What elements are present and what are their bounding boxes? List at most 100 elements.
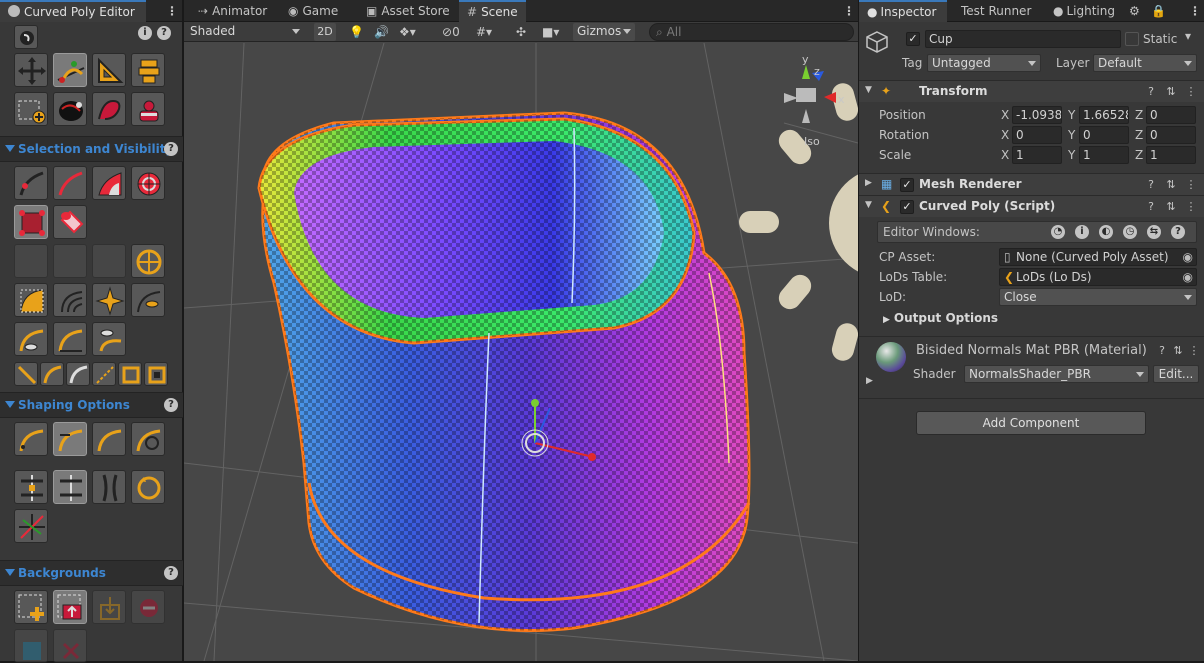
- curved-poly-logo-button[interactable]: [14, 25, 38, 49]
- arc-tool-button[interactable]: [66, 362, 90, 386]
- background-import-button[interactable]: [92, 590, 126, 624]
- position-y-input[interactable]: 1.66528: [1079, 106, 1129, 124]
- section-shaping-header[interactable]: Shaping Options ?: [0, 392, 183, 418]
- shape-curve-1-button[interactable]: [14, 422, 48, 456]
- transform-header[interactable]: ▼ ✦ Transform ? ⇅ ⋮: [859, 80, 1204, 102]
- presets-icon[interactable]: ⇅: [1165, 86, 1177, 98]
- orientation-gizmo[interactable]: [784, 65, 836, 123]
- shape-axes-button[interactable]: [14, 509, 48, 543]
- background-add-button[interactable]: [14, 590, 48, 624]
- clock-icon[interactable]: ◷: [1123, 225, 1137, 239]
- presets-icon[interactable]: ⇅: [1165, 201, 1177, 213]
- rotation-z-input[interactable]: 0: [1146, 126, 1196, 144]
- help-icon[interactable]: ?: [164, 142, 178, 156]
- tab-lighting[interactable]: ● Lighting: [1045, 0, 1123, 22]
- info-icon[interactable]: i: [1075, 225, 1089, 239]
- mesh-renderer-header[interactable]: ▶ ▦ ✓ Mesh Renderer ? ⇅ ⋮: [859, 173, 1204, 195]
- directional-light-gizmo[interactable]: [739, 81, 858, 363]
- eye-arc-2-button[interactable]: [53, 322, 87, 356]
- 2d-toggle-button[interactable]: 2D: [314, 23, 336, 41]
- tag-dropdown[interactable]: Untagged: [927, 54, 1041, 72]
- dashed-tool-button[interactable]: [92, 362, 116, 386]
- help-icon[interactable]: ?: [164, 566, 178, 580]
- wire-curve-button[interactable]: [53, 283, 87, 317]
- square-2-tool-button[interactable]: [144, 362, 168, 386]
- curved-poly-editor-icon[interactable]: ◔: [1051, 225, 1065, 239]
- tab-inspector[interactable]: ● Inspector: [859, 0, 947, 22]
- gameobject-cube-icon[interactable]: [865, 30, 889, 54]
- tab-asset-store[interactable]: ▣ Asset Store: [358, 0, 458, 22]
- audio-toggle-icon[interactable]: 🔊: [374, 22, 389, 42]
- shape-curve-2-button[interactable]: [53, 422, 87, 456]
- panel-menu-icon[interactable]: ⋮: [166, 3, 178, 19]
- star-handles-button[interactable]: [92, 283, 126, 317]
- triangle-ruler-tool-button[interactable]: [92, 53, 126, 87]
- help-icon[interactable]: ?: [164, 398, 178, 412]
- lock-icon[interactable]: 🔒: [1151, 0, 1166, 22]
- tube-select-button[interactable]: [53, 205, 87, 239]
- curved-poly-enabled-checkbox[interactable]: ✓: [900, 200, 914, 214]
- hidden-objects-icon[interactable]: ⊘0: [442, 22, 460, 42]
- inspector-menu-icon[interactable]: ⋮: [1189, 3, 1201, 19]
- eye-curve-button[interactable]: [131, 283, 165, 317]
- box-select-button[interactable]: [14, 205, 48, 239]
- object-name-input[interactable]: Cup: [925, 30, 1121, 48]
- help-icon[interactable]: ?: [157, 26, 171, 40]
- help-icon[interactable]: ?: [1145, 86, 1157, 98]
- swap-icon[interactable]: ⇆: [1147, 225, 1161, 239]
- halfmoon-icon[interactable]: ◐: [1099, 225, 1113, 239]
- eye-arc-button[interactable]: [14, 322, 48, 356]
- section-selection-header[interactable]: Selection and Visibility ?: [0, 136, 183, 162]
- shape-curve-3-button[interactable]: [92, 422, 126, 456]
- shape-rotate-button[interactable]: [131, 470, 165, 504]
- lighting-toggle-icon[interactable]: 💡: [349, 22, 364, 42]
- static-checkbox[interactable]: [1125, 32, 1139, 46]
- static-dropdown-icon[interactable]: ▾: [1185, 29, 1191, 43]
- component-menu-icon[interactable]: ⋮: [1185, 201, 1197, 213]
- disabled-tool-2-button[interactable]: [53, 244, 87, 278]
- component-menu-icon[interactable]: ⋮: [1185, 86, 1197, 98]
- tools-icon[interactable]: ✣: [516, 22, 526, 42]
- layer-dropdown[interactable]: Default: [1093, 54, 1197, 72]
- cp-asset-field[interactable]: ▯ None (Curved Poly Asset) ◉: [999, 248, 1197, 266]
- shape-bar-2-button[interactable]: [53, 470, 87, 504]
- background-puzzle-button[interactable]: [14, 629, 48, 663]
- select-face-button[interactable]: [92, 166, 126, 200]
- square-tool-button[interactable]: [118, 362, 142, 386]
- component-menu-icon[interactable]: ⋮: [1188, 345, 1200, 357]
- grid-toggle-icon[interactable]: #▾: [476, 22, 492, 42]
- scene-menu-icon[interactable]: ⋮: [843, 3, 855, 19]
- presets-icon[interactable]: ⇅: [1172, 345, 1184, 357]
- output-options-foldout[interactable]: ▶ Output Options: [883, 311, 998, 325]
- section-backgrounds-header[interactable]: Backgrounds ?: [0, 560, 183, 586]
- tab-game[interactable]: ◉ Game: [280, 0, 346, 22]
- curved-poly-script-header[interactable]: ▼ ❮ ✓ Curved Poly (Script) ? ⇅ ⋮: [859, 195, 1204, 217]
- position-x-input[interactable]: -1.0938: [1012, 106, 1062, 124]
- move-tool-button[interactable]: [14, 53, 48, 87]
- bowl-tool-button[interactable]: [53, 92, 87, 126]
- gizmos-dropdown[interactable]: Gizmos: [573, 23, 635, 41]
- scene-viewport[interactable]: y z x Iso: [184, 43, 858, 661]
- position-z-input[interactable]: 0: [1146, 106, 1196, 124]
- align-tool-button[interactable]: [131, 53, 165, 87]
- camera-icon[interactable]: ■▾: [542, 22, 559, 42]
- help-icon[interactable]: ?: [1156, 345, 1168, 357]
- shape-bar-1-button[interactable]: [14, 470, 48, 504]
- lod-dropdown[interactable]: Close: [999, 288, 1197, 306]
- select-vertex-button[interactable]: [14, 166, 48, 200]
- shader-dropdown[interactable]: NormalsShader_PBR: [964, 365, 1149, 383]
- component-menu-icon[interactable]: ⋮: [1185, 179, 1197, 191]
- grid-curve-button[interactable]: [14, 283, 48, 317]
- tab-test-runner[interactable]: Test Runner: [953, 0, 1039, 22]
- active-checkbox[interactable]: ✓: [906, 32, 920, 46]
- shading-mode-dropdown[interactable]: Shaded: [186, 23, 304, 41]
- add-component-button[interactable]: Add Component: [916, 411, 1146, 435]
- shape-parallel-button[interactable]: [92, 470, 126, 504]
- mesh-renderer-enabled-checkbox[interactable]: ✓: [900, 178, 914, 192]
- select-all-button[interactable]: [131, 166, 165, 200]
- scale-z-input[interactable]: 1: [1146, 146, 1196, 164]
- disabled-tool-3-button[interactable]: [92, 244, 126, 278]
- stamp-tool-button[interactable]: [131, 92, 165, 126]
- effects-toggle-icon[interactable]: ❖▾: [399, 22, 416, 42]
- line-tool-button[interactable]: [14, 362, 38, 386]
